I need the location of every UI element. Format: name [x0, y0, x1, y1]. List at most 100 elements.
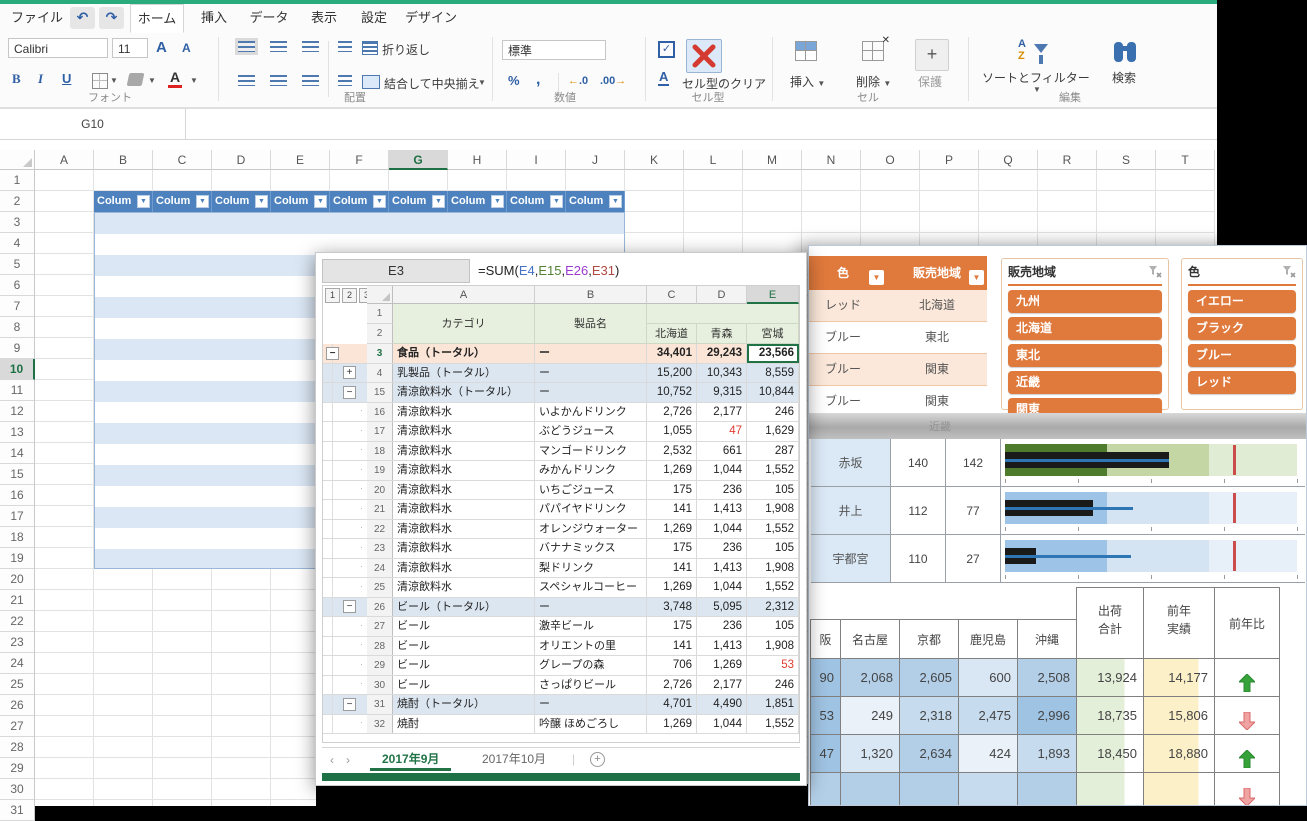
slicer-item[interactable]: レッド	[1188, 371, 1296, 394]
clear-celltype-icon[interactable]	[686, 39, 722, 73]
data-row[interactable]: − 15 清涼飲料水（トータル） ー 10,752 9,315 10,844	[323, 383, 799, 403]
cell-hokkaido[interactable]: 141	[647, 559, 697, 578]
outline-toggle-button[interactable]: −	[343, 698, 356, 711]
data-row[interactable]: · 22 清涼飲料水 オレンジウォーター 1,269 1,044 1,552	[323, 520, 799, 540]
slicer-item[interactable]: 近畿	[1008, 371, 1162, 394]
protect-button[interactable]: 保護	[918, 73, 942, 90]
cell-aomori[interactable]: 29,243	[697, 344, 747, 363]
cell-miyagi[interactable]: 1,851	[747, 695, 799, 714]
cell-hokkaido[interactable]: 1,269	[647, 520, 697, 539]
data-row[interactable]: · 19 清涼飲料水 みかんドリンク 1,269 1,044 1,552	[323, 461, 799, 481]
cell-product-name[interactable]: スペシャルコーヒー	[535, 578, 647, 597]
cell-category[interactable]: 清涼飲料水	[393, 461, 535, 480]
comma-button[interactable]: ,	[536, 71, 540, 89]
cell-hokkaido[interactable]: 34,401	[647, 344, 697, 363]
mid-select-all-corner[interactable]	[367, 286, 393, 304]
cell-product-name[interactable]: オレンジウォーター	[535, 520, 647, 539]
mid-column-header-b[interactable]: B	[535, 286, 647, 304]
row-header[interactable]: 16	[0, 485, 35, 506]
cell-product-name[interactable]: 激辛ビール	[535, 617, 647, 636]
insert-button[interactable]: 挿入 ▼	[790, 73, 825, 90]
cell-product-name[interactable]: ー	[535, 383, 647, 402]
text-celltype-icon[interactable]: A	[658, 69, 669, 86]
table-column-header[interactable]: Colum▼	[212, 191, 271, 212]
header-kyoto[interactable]: 京都	[899, 619, 959, 659]
row-header[interactable]: 3	[0, 212, 35, 233]
mid-row-header[interactable]: 25	[367, 578, 393, 597]
data-row[interactable]: · 24 清涼飲料水 梨ドリンク 141 1,413 1,908	[323, 559, 799, 579]
row-header[interactable]: 23	[0, 632, 35, 653]
row-header[interactable]: 4	[0, 233, 35, 254]
outline-toggle-button[interactable]: ·	[355, 542, 368, 555]
cell-category[interactable]: 清涼飲料水	[393, 403, 535, 422]
mid-row-header[interactable]: 20	[367, 481, 393, 500]
cell-hokkaido[interactable]: 175	[647, 539, 697, 558]
outline-toggle-button[interactable]: ·	[355, 659, 368, 672]
cell-miyagi[interactable]: 1,908	[747, 500, 799, 519]
row-header[interactable]: 11	[0, 380, 35, 401]
font-size-select[interactable]: 11	[112, 38, 148, 58]
add-sheet-button[interactable]: +	[590, 752, 605, 767]
sheet-prev-arrow[interactable]: ‹	[330, 748, 334, 772]
cell-category[interactable]: 清涼飲料水	[393, 559, 535, 578]
cell-aomori[interactable]: 1,044	[697, 461, 747, 480]
tab-home[interactable]: ホーム	[130, 4, 184, 33]
row-header[interactable]: 30	[0, 779, 35, 800]
summary-row[interactable]	[811, 773, 1305, 806]
cell-aomori[interactable]: 1,413	[697, 637, 747, 656]
column-header[interactable]: R	[1038, 150, 1097, 170]
align-right-icon[interactable]	[302, 75, 319, 86]
header-yoy-ratio[interactable]: 前年比	[1214, 587, 1280, 659]
summary-row[interactable]: 53 249 2,318 2,475 2,996 18,735 15,806	[811, 697, 1305, 735]
slicer-item[interactable]: イエロー	[1188, 290, 1296, 313]
number-format-select[interactable]: 標準	[502, 40, 606, 60]
cell-miyagi[interactable]: 1,629	[747, 422, 799, 441]
cell-hokkaido[interactable]: 3,748	[647, 598, 697, 617]
outline-toggle-button[interactable]: ·	[355, 639, 368, 652]
column-header[interactable]: E	[271, 150, 330, 170]
column-header[interactable]: N	[802, 150, 861, 170]
align-left-icon[interactable]	[238, 75, 255, 86]
data-row[interactable]: · 29 ビール グレープの森 706 1,269 53	[323, 656, 799, 676]
row-header[interactable]: 25	[0, 674, 35, 695]
cell-aomori[interactable]: 1,044	[697, 715, 747, 734]
header-aomori[interactable]: 青森	[697, 324, 747, 344]
percent-button[interactable]: %	[508, 73, 520, 88]
outline-toggle-button[interactable]: ·	[355, 561, 368, 574]
cell-aomori[interactable]: 661	[697, 442, 747, 461]
table-column-header[interactable]: Colum▼	[94, 191, 153, 212]
cell-hokkaido[interactable]: 1,269	[647, 578, 697, 597]
column-header[interactable]: C	[153, 150, 212, 170]
filter-dropdown-button[interactable]: ▼	[491, 195, 504, 208]
borders-dropdown-arrow[interactable]: ▼	[110, 76, 118, 85]
row-header[interactable]: 9	[0, 338, 35, 359]
data-row[interactable]: · 32 焼酎 吟醸 ほめごろし 1,269 1,044 1,552	[323, 715, 799, 735]
mid-row-header[interactable]: 27	[367, 617, 393, 636]
table-column-header[interactable]: Colum▼	[448, 191, 507, 212]
row-header[interactable]: 19	[0, 548, 35, 569]
mid-row-header[interactable]: 19	[367, 461, 393, 480]
mid-row-header[interactable]: 28	[367, 637, 393, 656]
column-header[interactable]: I	[507, 150, 566, 170]
data-row[interactable]: · 28 ビール オリエントの里 141 1,413 1,908	[323, 637, 799, 657]
mid-row-header[interactable]: 15	[367, 383, 393, 402]
mid-row-header[interactable]: 18	[367, 442, 393, 461]
cell-hokkaido[interactable]: 706	[647, 656, 697, 675]
row-header[interactable]: 6	[0, 275, 35, 296]
mid-row-header[interactable]: 24	[367, 559, 393, 578]
cell-hokkaido[interactable]: 1,269	[647, 715, 697, 734]
sort-filter-button[interactable]: ソートとフィルター	[982, 69, 1090, 86]
cell-aomori[interactable]: 1,044	[697, 578, 747, 597]
sort-filter-icon[interactable]: A Z	[1018, 38, 1058, 66]
cell-product-name[interactable]: いちごジュース	[535, 481, 647, 500]
row-header[interactable]: 27	[0, 716, 35, 737]
row-header[interactable]: 2	[0, 191, 35, 212]
column-header[interactable]: Q	[979, 150, 1038, 170]
slicer-item[interactable]: 九州	[1008, 290, 1162, 313]
align-center-icon[interactable]	[270, 75, 287, 86]
cell-product-name[interactable]: さっぱりビール	[535, 676, 647, 695]
mid-row-header[interactable]: 17	[367, 422, 393, 441]
outline-toggle-button[interactable]: ·	[355, 581, 368, 594]
filter-dropdown-button[interactable]: ▼	[196, 195, 209, 208]
cell-aomori[interactable]: 10,343	[697, 364, 747, 383]
